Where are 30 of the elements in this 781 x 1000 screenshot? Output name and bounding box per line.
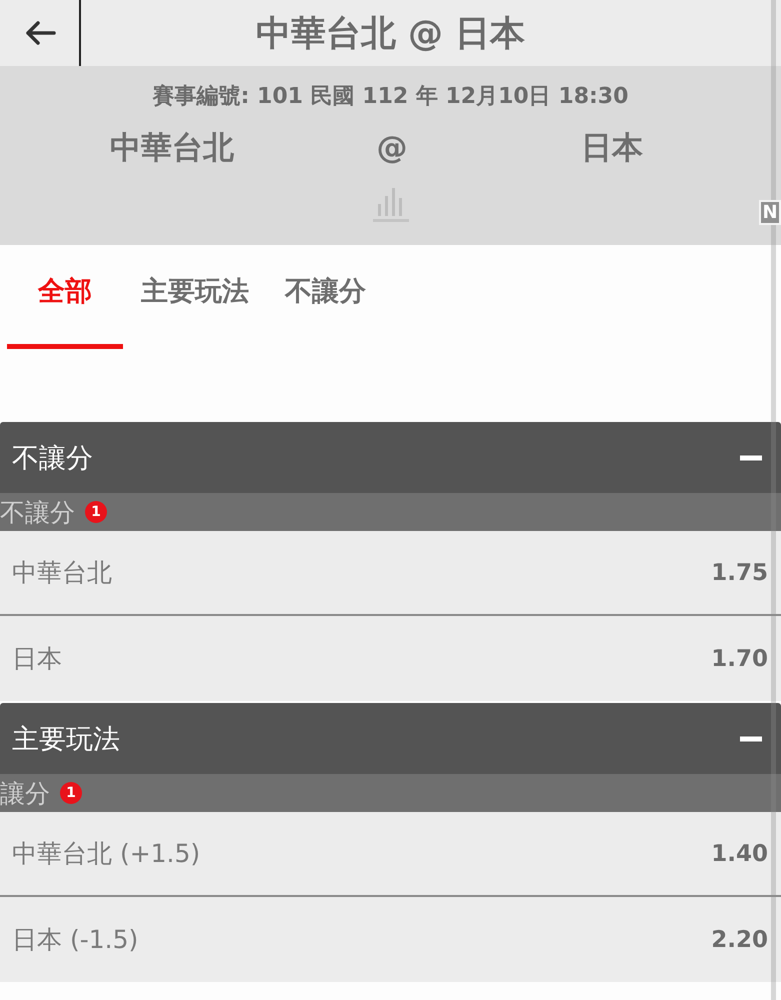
market-header[interactable]: 不讓分 [0, 422, 781, 493]
count-badge: 1 [60, 782, 82, 804]
odds-row[interactable]: 中華台北 (+1.5) 1.40 [0, 812, 781, 897]
selection-name: 中華台北 [12, 557, 112, 589]
odds-value: 2.20 [711, 926, 768, 952]
selection-name: 日本 (-1.5) [12, 924, 138, 956]
market-title: 不讓分 [12, 442, 93, 476]
bet-type-title: 讓分 [0, 778, 50, 810]
market-header[interactable]: 主要玩法 [0, 703, 781, 774]
odds-value: 1.70 [711, 646, 768, 672]
page-title: 中華台北 @ 日本 [256, 12, 526, 56]
odds-value: 1.75 [711, 560, 768, 586]
odds-value: 1.40 [711, 840, 768, 866]
new-badge: N [759, 200, 781, 225]
match-info: 賽事編號: 101 民國 112 年 12月10日 18:30 [152, 83, 628, 111]
away-team: 日本 [580, 130, 644, 166]
selection-name: 日本 [12, 643, 62, 675]
category-tab[interactable]: 不讓分 [267, 245, 384, 349]
back-arrow-icon [24, 20, 56, 46]
odds-row[interactable]: 中華台北 1.75 [0, 531, 781, 616]
selection-name: 中華台北 (+1.5) [12, 838, 200, 870]
bet-type-title: 不讓分 [0, 496, 75, 528]
market-title: 主要玩法 [12, 722, 120, 756]
count-badge: 1 [85, 501, 107, 523]
odds-row[interactable]: 日本 1.70 [0, 616, 781, 701]
home-team: 中華台北 [109, 130, 235, 166]
category-tab[interactable]: 全部 [7, 245, 123, 349]
category-tab[interactable]: 主要玩法 [123, 245, 267, 349]
versus-separator: @ [376, 130, 408, 166]
odds-row[interactable]: 日本 (-1.5) 2.20 [0, 897, 781, 982]
